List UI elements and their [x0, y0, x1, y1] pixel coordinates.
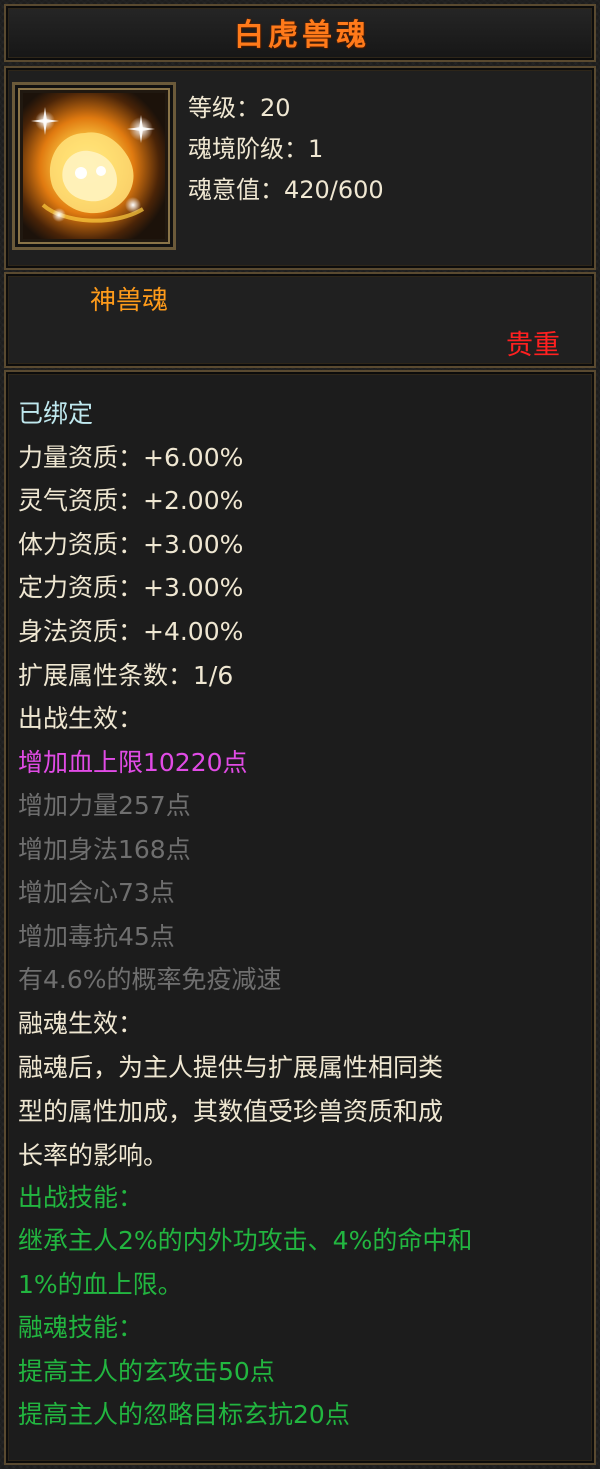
fusion-skill-heading: 融魂技能： — [18, 1313, 144, 1342]
item-type-label: 神兽魂 — [90, 286, 169, 316]
tiger-soul-artwork — [23, 93, 165, 239]
aptitude-strength: 力量资质：+6.00% — [18, 443, 244, 472]
fusion-description-line: 融魂后，为主人提供与扩展属性相同类 — [18, 1053, 444, 1082]
soul-realm-stat: 魂境阶级：1 — [188, 135, 324, 163]
battle-skill-line: 继承主人2%的内外功攻击、4%的命中和 — [18, 1226, 473, 1255]
item-title: 白虎兽魂 — [234, 18, 370, 53]
inactive-attribute: 增加毒抗45点 — [18, 922, 175, 951]
item-tooltip: 白虎兽魂 等级：20 魂境阶级：1 魂意值：420/600 神兽魂 贵重 已绑定… — [0, 0, 600, 1469]
fusion-effect-heading: 融魂生效： — [18, 1009, 144, 1038]
fusion-skill-line: 提高主人的玄攻击50点 — [18, 1357, 275, 1386]
aptitude-stamina: 体力资质：+3.00% — [18, 530, 244, 559]
soul-value-stat: 魂意值：420/600 — [188, 176, 384, 204]
fusion-description: 融魂后，为主人提供与扩展属性相同类 型的属性加成，其数值受珍兽资质和成 长率的影… — [18, 1046, 588, 1178]
bound-status: 已绑定 — [18, 399, 94, 428]
battle-skill-line: 1%的血上限。 — [18, 1270, 183, 1299]
fusion-skill-line: 提高主人的忽略目标玄抗20点 — [18, 1400, 350, 1429]
title-bar: 白虎兽魂 — [4, 4, 596, 62]
inactive-attribute: 有4.6%的概率免疫减速 — [18, 965, 282, 994]
aptitude-agility: 身法资质：+4.00% — [18, 617, 244, 646]
white-tiger-soul-icon — [12, 82, 176, 250]
extension-attr-count: 扩展属性条数：1/6 — [18, 661, 234, 690]
inactive-attribute: 增加力量257点 — [18, 791, 191, 820]
inactive-attribute: 增加身法168点 — [18, 835, 191, 864]
aptitude-spirit: 灵气资质：+2.00% — [18, 486, 244, 515]
battle-skill-heading: 出战技能： — [18, 1183, 144, 1212]
fusion-description-line: 长率的影响。 — [18, 1141, 169, 1170]
battle-effect-heading: 出战生效： — [18, 704, 144, 733]
fusion-description-line: 型的属性加成，其数值受珍兽资质和成 — [18, 1097, 444, 1126]
inactive-attribute: 增加会心73点 — [18, 878, 175, 907]
level-stat: 等级：20 — [188, 94, 291, 122]
active-attribute: 增加血上限10220点 — [18, 748, 248, 777]
rarity-label: 贵重 — [506, 330, 560, 361]
aptitude-focus: 定力资质：+3.00% — [18, 573, 244, 602]
